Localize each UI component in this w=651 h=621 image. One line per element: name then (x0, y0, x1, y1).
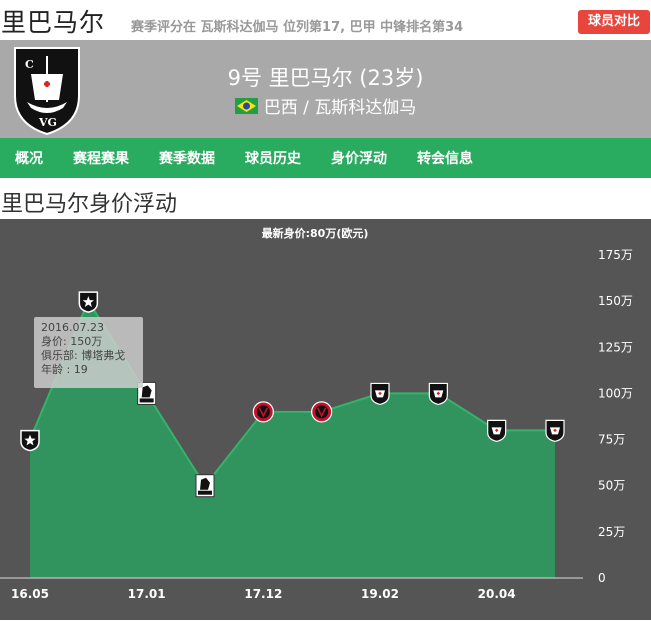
x-tick-label: 20.04 (478, 587, 516, 601)
atletico-paranaense-badge-icon (311, 401, 333, 423)
tab-season-stats[interactable]: 赛季数据 (159, 148, 215, 168)
tooltip-date: 2016.07.23 (41, 321, 104, 334)
y-tick-label: 50万 (598, 479, 625, 493)
x-tick-label: 17.12 (244, 587, 282, 601)
nationality-club: 巴西 / 瓦斯科达伽马 (0, 93, 651, 118)
tooltip-club: 俱乐部: 博塔弗戈 (41, 349, 126, 362)
atletico-paranaense-badge-icon (252, 401, 274, 423)
vasco-badge-icon (428, 382, 448, 406)
tab-market-value[interactable]: 身价浮动 (331, 148, 387, 168)
vasco-badge-icon (487, 419, 507, 442)
player-number-name-age: 9号 里巴马尔 (23岁) (227, 66, 424, 90)
x-tick-label: 17.01 (128, 587, 166, 601)
season-ranking-text: 赛季评分在 瓦斯科达伽马 位列第17, 巴甲 中锋排名第34 (131, 20, 464, 35)
player-name-heading: 里巴马尔 (1, 8, 106, 37)
title-row: 里巴马尔 赛季评分在 瓦斯科达伽马 位列第17, 巴甲 中锋排名第34 球员对比 (0, 0, 651, 40)
tooltip-value: 身价: 150万 (41, 335, 103, 348)
tab-fixtures[interactable]: 赛程赛果 (73, 148, 129, 168)
player-profile-header: C VG 9号 里巴马尔 (23岁) 巴西 / 瓦斯科达伽马 (0, 40, 651, 138)
y-tick-label: 100万 (598, 386, 633, 400)
tab-transfers[interactable]: 转会信息 (417, 148, 473, 168)
y-tick-label: 175万 (598, 248, 633, 262)
chart-title: 最新身价:80万(欧元) (262, 226, 369, 240)
tab-player-history[interactable]: 球员历史 (245, 148, 301, 168)
tab-overview[interactable]: 概况 (15, 148, 43, 168)
tooltip-age: 年龄 : 19 (41, 363, 88, 376)
botafogo-badge-icon (20, 429, 40, 452)
brazil-flag-icon (234, 97, 258, 114)
y-tick-label: 75万 (598, 433, 625, 447)
vasco-badge-icon (370, 382, 390, 406)
section-title: 里巴马尔身价浮动 (1, 192, 178, 217)
chart-tooltip: 2016.07.23 身价: 150万 俱乐部: 博塔弗戈 年龄 : 19 (34, 317, 143, 388)
y-tick-label: 25万 (598, 525, 625, 539)
x-tick-label: 19.02 (361, 587, 399, 601)
chart-canvas: 最新身价:80万(欧元) 175万 150万 125万 100万 75万 50万 25万 0 1… (0, 226, 633, 601)
y-tick-label: 125万 (598, 340, 633, 354)
club-line-text: 巴西 / 瓦斯科达伽马 (263, 98, 417, 118)
market-value-chart: 最新身价:80万(欧元) 175万 150万 125万 100万 75万 50万 25万 0 1… (0, 219, 651, 620)
x-tick-label: 16.05 (11, 587, 49, 601)
player-nav-bar: 概况 赛程赛果 赛季数据 球员历史 身价浮动 转会信息 (0, 138, 651, 178)
y-tick-label: 0 (598, 571, 606, 585)
munich-1860-badge-icon (195, 474, 215, 498)
y-tick-label: 150万 (598, 294, 633, 308)
vasco-badge-icon (545, 419, 565, 442)
player-compare-button[interactable]: 球员对比 (578, 10, 650, 34)
botafogo-badge-icon (78, 291, 99, 313)
